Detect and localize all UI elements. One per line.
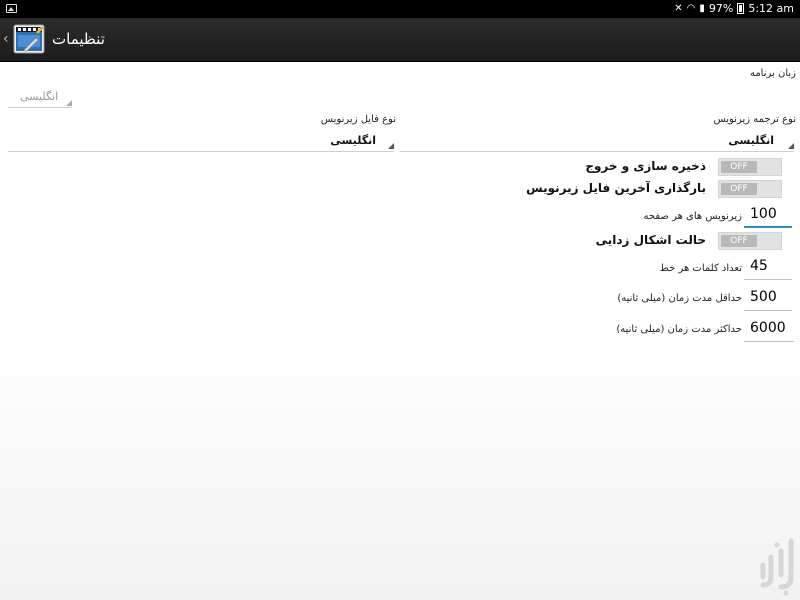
action-bar: ‹ تنظیمات <box>0 18 800 62</box>
battery-icon <box>737 3 745 14</box>
subtitle-file-type-label: نوع فایل زیرنویس <box>320 114 396 125</box>
gallery-notification-icon <box>6 4 17 13</box>
battery-percent: 97% <box>708 2 734 15</box>
app-language-spinner[interactable]: انگلیسی <box>8 88 72 108</box>
subtitle-file-type-value: انگلیسی <box>330 134 376 147</box>
wifi-icon: ◠ <box>686 3 696 14</box>
dropdown-triangle-icon <box>66 100 72 106</box>
app-language-value: انگلیسی <box>20 90 59 103</box>
status-icons: ✕ ◠ ▮ 97% 5:12 am <box>674 2 794 15</box>
subtitle-translation-type-spinner[interactable]: انگلیسی <box>400 130 794 152</box>
load-last-subtitle-label: بارگذاری آخرین فایل زیرنویس <box>526 181 706 195</box>
save-and-exit-label: ذخیره سازی و خروج <box>585 159 706 173</box>
max-duration-label: حداکثر مدت زمان (میلی ثانیه) <box>616 324 742 335</box>
words-per-line-label: تعداد کلمات هر خط <box>659 263 742 274</box>
save-and-exit-toggle[interactable]: OFF <box>718 158 782 176</box>
app-language-label: زبان برنامه <box>749 68 796 79</box>
load-last-subtitle-toggle[interactable]: OFF <box>718 180 782 198</box>
subtitle-translation-type-label: نوع ترجمه زیرنویس <box>713 114 796 125</box>
dropdown-triangle-icon <box>788 143 794 149</box>
signal-icon: ▮ <box>699 3 705 14</box>
toggle-knob: OFF <box>721 183 757 195</box>
subtitle-file-type-spinner[interactable]: انگلیسی <box>8 130 394 152</box>
toggle-knob: OFF <box>721 161 757 173</box>
bazaar-watermark-logo <box>757 537 799 597</box>
toggle-knob: OFF <box>721 235 757 247</box>
subtitle-translation-type-value: انگلیسی <box>728 134 774 147</box>
clock: 5:12 am <box>748 2 794 15</box>
page-title: تنظیمات <box>52 30 105 48</box>
debug-mode-toggle[interactable]: OFF <box>718 232 782 250</box>
min-duration-label: حداقل مدت زمان (میلی ثانیه) <box>617 293 742 304</box>
min-duration-input[interactable]: 500 <box>744 287 792 311</box>
dropdown-triangle-icon <box>388 143 394 149</box>
debug-mode-label: حالت اشکال زدایی <box>595 233 706 247</box>
app-logo-icon[interactable] <box>12 22 46 58</box>
back-chevron-icon[interactable]: ‹ <box>3 31 9 47</box>
words-per-line-input[interactable]: 45 <box>744 256 792 280</box>
mute-icon: ✕ <box>674 3 683 14</box>
subtitles-per-page-label: زیرنویس های هر صفحه <box>643 211 742 222</box>
max-duration-input[interactable]: 6000 <box>744 318 794 342</box>
subtitles-per-page-input[interactable]: 100 <box>744 204 792 228</box>
status-bar: ✕ ◠ ▮ 97% 5:12 am <box>0 0 800 18</box>
